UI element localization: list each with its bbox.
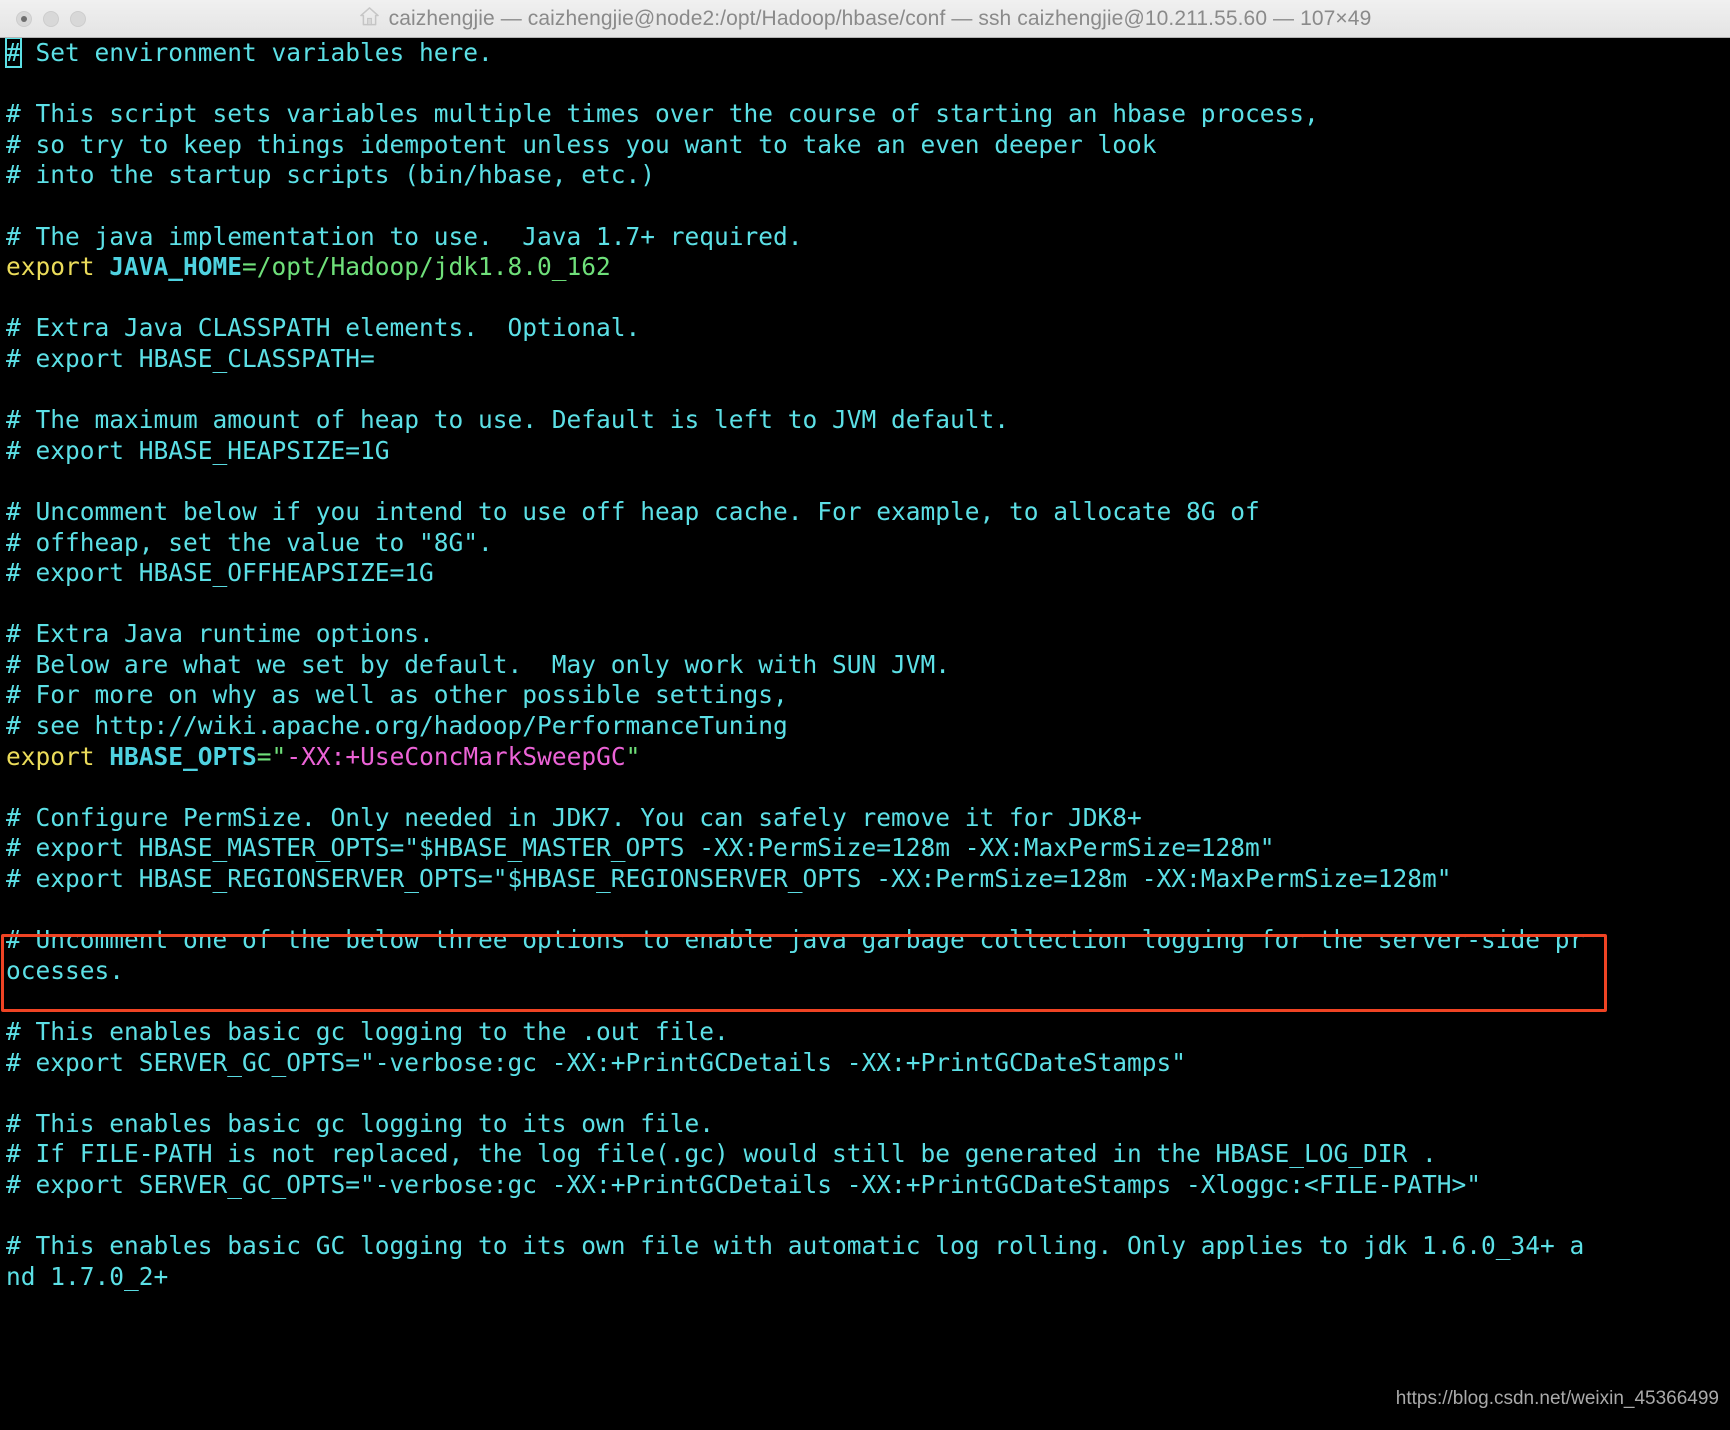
terminal-line: # Extra Java runtime options. xyxy=(6,619,1730,650)
terminal-text-span: # This script sets variables multiple ti… xyxy=(6,99,1319,129)
terminal-text-span: -XX:+UseConcMarkSweepGC xyxy=(286,741,626,771)
terminal-text-span: # This enables basic gc logging to the .… xyxy=(6,1017,729,1046)
terminal-line: # export SERVER_GC_OPTS="-verbose:gc -XX… xyxy=(6,1170,1730,1201)
terminal-line: # export HBASE_REGIONSERVER_OPTS="$HBASE… xyxy=(6,864,1730,895)
watermark-text: https://blog.csdn.net/weixin_45366499 xyxy=(1395,1388,1719,1409)
terminal-text-span: # export HBASE_HEAPSIZE=1G xyxy=(6,435,390,465)
window-controls[interactable] xyxy=(16,10,86,27)
terminal-line: # This enables basic gc logging to the .… xyxy=(6,1017,1730,1048)
terminal-text-span: HBASE_OPTS xyxy=(109,741,257,771)
terminal-text-span: # This enables basic GC logging to its o… xyxy=(6,1231,1585,1261)
terminal-line: # export HBASE_CLASSPATH= xyxy=(6,344,1730,375)
terminal-line: # This enables basic gc logging to its o… xyxy=(6,1109,1730,1140)
terminal-text-span: # export HBASE_OFFHEAPSIZE=1G xyxy=(6,558,434,588)
terminal-text-span: # export HBASE_REGIONSERVER_OPTS="$HBASE… xyxy=(6,864,1452,894)
zoom-button[interactable] xyxy=(70,10,86,27)
terminal-text-span: export xyxy=(6,252,95,282)
terminal-text-span: # This enables basic gc logging to its o… xyxy=(6,1108,715,1138)
terminal-text-span: # export SERVER_GC_OPTS="-verbose:gc -XX… xyxy=(6,1047,1187,1077)
terminal-text-span: " xyxy=(625,741,641,771)
terminal-text-span xyxy=(95,252,110,281)
terminal-line: # see http://wiki.apache.org/hadoop/Perf… xyxy=(6,711,1730,742)
window-title-group: caizhengjie — caizhengjie@node2:/opt/Had… xyxy=(0,6,1730,31)
terminal-text-span: # Below are what we set by default. May … xyxy=(6,649,951,679)
terminal-line: export HBASE_OPTS="-XX:+UseConcMarkSweep… xyxy=(6,742,1730,773)
terminal-line: # Uncomment below if you intend to use o… xyxy=(6,497,1730,528)
terminal-line: # The maximum amount of heap to use. Def… xyxy=(6,405,1730,436)
terminal-line: # export HBASE_OFFHEAPSIZE=1G xyxy=(6,558,1730,589)
terminal-text-span: # The maximum amount of heap to use. Def… xyxy=(6,405,1010,435)
terminal-line: # Extra Java CLASSPATH elements. Optiona… xyxy=(6,313,1730,344)
terminal-line: # Configure PermSize. Only needed in JDK… xyxy=(6,803,1730,834)
close-icon xyxy=(21,15,27,22)
terminal-text-span: # into the startup scripts (bin/hbase, e… xyxy=(6,160,656,190)
terminal-text-span: # export SERVER_GC_OPTS="-verbose:gc -XX… xyxy=(6,1169,1482,1199)
terminal-line: # export HBASE_HEAPSIZE=1G xyxy=(6,436,1730,467)
terminal-line: # export HBASE_MASTER_OPTS="$HBASE_MASTE… xyxy=(6,833,1730,864)
terminal-line: # into the startup scripts (bin/hbase, e… xyxy=(6,160,1730,191)
terminal-line: # Below are what we set by default. May … xyxy=(6,650,1730,681)
terminal-text-span: =" xyxy=(256,741,287,771)
window-title-text: caizhengjie — caizhengjie@node2:/opt/Had… xyxy=(388,6,1372,30)
terminal-text-span: # The java implementation to use. Java 1… xyxy=(6,221,803,251)
terminal-text-span: # Uncomment one of the below three optio… xyxy=(6,925,1585,955)
terminal-text-span: # If FILE-PATH is not replaced, the log … xyxy=(6,1139,1437,1169)
terminal-line: nd 1.7.0_2+ xyxy=(6,1262,1730,1293)
terminal-line: # The java implementation to use. Java 1… xyxy=(6,222,1730,253)
terminal-line: # If FILE-PATH is not replaced, the log … xyxy=(6,1139,1730,1170)
terminal-text-span xyxy=(95,742,110,771)
terminal-line: # Uncomment one of the below three optio… xyxy=(6,925,1730,956)
terminal-line: # Set environment variables here. xyxy=(5,38,1730,69)
terminal-text-span: # export HBASE_CLASSPATH= xyxy=(6,343,375,373)
terminal-text-span: # see http://wiki.apache.org/hadoop/Perf… xyxy=(6,711,788,741)
terminal-text-buffer: # Set environment variables here. # This… xyxy=(5,38,1730,1293)
home-icon xyxy=(359,6,380,31)
minimize-button[interactable] xyxy=(43,10,59,27)
terminal-text-span: =/opt/Hadoop/jdk1.8.0_162 xyxy=(242,252,611,282)
terminal-text-span: Set environment variables here. xyxy=(20,38,493,67)
terminal-text-span: JAVA_HOME xyxy=(109,252,243,282)
terminal-text-span: ocesses. xyxy=(6,955,125,985)
terminal-line: ocesses. xyxy=(6,956,1730,987)
terminal-text-span: # Configure PermSize. Only needed in JDK… xyxy=(6,802,1142,832)
terminal-line: # This enables basic GC logging to its o… xyxy=(6,1231,1730,1262)
terminal-cursor: # xyxy=(5,38,22,68)
terminal-text-span: # offheap, set the value to "8G". xyxy=(6,527,493,557)
terminal-text-span: nd 1.7.0_2+ xyxy=(6,1261,169,1291)
terminal-line: # so try to keep things idempotent unles… xyxy=(6,130,1730,161)
terminal-line: # For more on why as well as other possi… xyxy=(6,680,1730,711)
terminal-line: # offheap, set the value to "8G". xyxy=(6,528,1730,559)
window-titlebar: caizhengjie — caizhengjie@node2:/opt/Had… xyxy=(0,0,1730,38)
close-button[interactable] xyxy=(16,10,32,27)
terminal-text-span: # Extra Java runtime options. xyxy=(6,619,434,649)
terminal-viewport[interactable]: # Set environment variables here. # This… xyxy=(0,38,1730,1430)
terminal-text-span: # Uncomment below if you intend to use o… xyxy=(6,496,1260,526)
terminal-line: export JAVA_HOME=/opt/Hadoop/jdk1.8.0_16… xyxy=(6,252,1730,283)
terminal-line: # export SERVER_GC_OPTS="-verbose:gc -XX… xyxy=(6,1048,1730,1079)
terminal-text-span: # so try to keep things idempotent unles… xyxy=(6,129,1157,159)
terminal-text-span: export xyxy=(6,741,95,771)
terminal-text-span: # export HBASE_MASTER_OPTS="$HBASE_MASTE… xyxy=(6,833,1275,863)
terminal-text-span: # For more on why as well as other possi… xyxy=(6,680,788,710)
terminal-line: # This script sets variables multiple ti… xyxy=(6,99,1730,130)
terminal-text-span: # Extra Java CLASSPATH elements. Optiona… xyxy=(6,313,641,343)
